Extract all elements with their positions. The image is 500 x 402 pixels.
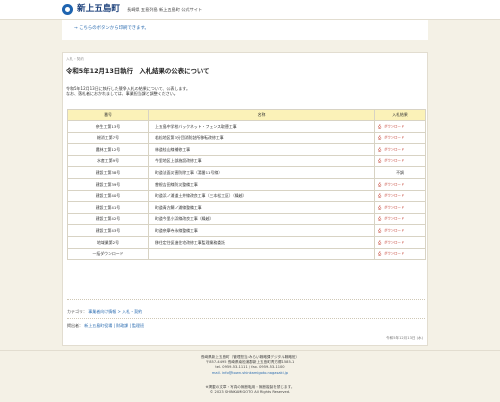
pdf-icon: ⎙ — [378, 204, 382, 210]
divider — [67, 299, 425, 300]
pdf-icon: ⎙ — [378, 181, 382, 187]
row-result: 不調 — [374, 166, 426, 179]
header-name: 名称 — [148, 109, 375, 121]
row-number: 建設工第41号 — [67, 201, 149, 214]
table-row: 建設工第43号 町道奈摩寺永線整備工事 ⎙ ダウンロード — [67, 224, 426, 237]
row-name: 曽根吉田線防災整備工事 — [148, 177, 375, 191]
row-number: 農林工第12号 — [67, 143, 149, 156]
download-link[interactable]: ダウンロード — [384, 136, 404, 140]
row-name: 上五島中学校バックネット・フェンス取替工事 — [148, 120, 375, 133]
pdf-icon: ⎙ — [378, 227, 382, 233]
row-name: 今里地区上部施設改修工事 — [148, 154, 375, 168]
main-content: 入札・契約 令和5年12月13日執行 入札結果の公表について 令和5年12月13… — [62, 52, 428, 346]
row-name: 町道法面災害防除工事（湯番11号線） — [148, 166, 375, 179]
breadcrumb[interactable]: 入札・契約 — [66, 57, 84, 62]
download-link[interactable]: ダウンロード — [384, 159, 404, 163]
download-link[interactable]: ダウンロード — [384, 182, 404, 186]
row-name: 林道桂山線補修工事 — [148, 143, 375, 156]
print-bar: → こちらのボタンから印刷できます。 — [62, 20, 428, 40]
table-row: 建設工第41号 町道青方鯛ノ浦線整備工事 ⎙ ダウンロード — [67, 201, 426, 214]
row-name: 若松地区第3分団消防詰所移転改修工事 — [148, 131, 375, 145]
header-result: 入札結果 — [374, 109, 426, 121]
pdf-icon: ⎙ — [378, 123, 382, 129]
download-link[interactable]: ダウンロード — [384, 194, 404, 198]
table-row: 総消工第7号 若松地区第3分団消防詰所移転改修工事 ⎙ ダウンロード — [67, 131, 426, 145]
row-number: 建設工第42号 — [67, 212, 149, 226]
row-result[interactable]: ⎙ ダウンロード — [374, 177, 426, 191]
category-label: カテゴリ： — [67, 309, 87, 314]
row-number: 建設工第38号 — [67, 166, 149, 179]
table-row: 奈生工第13号 上五島中学校バックネット・フェンス取替工事 ⎙ ダウンロード — [67, 120, 426, 133]
print-link[interactable]: → こちらのボタンから印刷できます。 — [74, 26, 149, 32]
poster-links[interactable]: 新上五島町役場 | 財政課 | 監理班 — [84, 323, 144, 328]
row-result[interactable]: ⎙ ダウンロード — [374, 143, 426, 156]
copyright-text: © 2023 SHINKAMIGOTO All Rights Reserved. — [209, 390, 291, 395]
row-number: 水産工第9号 — [67, 154, 149, 168]
row-result[interactable]: ⎙ ダウンロード — [374, 189, 426, 203]
pdf-icon: ⎙ — [378, 239, 382, 245]
row-name — [148, 247, 375, 261]
row-result[interactable]: ⎙ ダウンロード — [374, 201, 426, 214]
pdf-icon: ⎙ — [378, 158, 382, 164]
row-result[interactable]: ⎙ ダウンロード — [374, 224, 426, 237]
row-result[interactable]: ⎙ ダウンロード — [374, 131, 426, 145]
row-number: 建設工第39号 — [67, 177, 149, 191]
poster-label: 掲出者： — [67, 323, 83, 328]
category-links[interactable]: 事業者向け情報 > 入札・契約 — [88, 309, 142, 314]
site-name[interactable]: 新上五島町 — [77, 4, 120, 16]
download-link[interactable]: ダウンロード — [384, 252, 404, 256]
row-number: 建設工第43号 — [67, 224, 149, 237]
row-number: 奈生工第13号 — [67, 120, 149, 133]
row-number: 建設工第40号 — [67, 189, 149, 203]
table-row: 建設工第38号 町道法面災害防除工事（湯番11号線） 不調 — [67, 166, 426, 179]
table-row: 一括ダウンロード ⎙ ダウンロード — [67, 247, 426, 261]
row-name: 町道今里小浜線改良工事（繰越） — [148, 212, 375, 226]
copyright: ※掲載の文章・写真の無断転用・無断複製を禁じます。 © 2023 SHINKAM… — [0, 385, 500, 395]
row-result[interactable]: ⎙ ダウンロード — [374, 247, 426, 261]
poster-line: 掲出者： 新上五島町役場 | 財政課 | 監理班 — [67, 323, 144, 328]
row-number: 地域業第2号 — [67, 235, 149, 249]
site-subtitle: 長崎県 五島列島 新上五島町 公式サイト — [127, 7, 203, 12]
table-row: 農林工第12号 林道桂山線補修工事 ⎙ ダウンロード — [67, 143, 426, 156]
table-row: 水産工第9号 今里地区上部施設改修工事 ⎙ ダウンロード — [67, 154, 426, 168]
pdf-icon: ⎙ — [378, 251, 382, 257]
table-row: 地域業第2号 移住定住促進住宅改修工事監理業務委託 ⎙ ダウンロード — [67, 235, 426, 249]
results-table: 番号 名称 入札結果 奈生工第13号 上五島中学校バックネット・フェンス取替工事 ⎙… — [67, 109, 426, 261]
row-number: 一括ダウンロード — [67, 247, 149, 261]
table-header-row: 番号 名称 入札結果 — [67, 109, 426, 121]
pdf-icon: ⎙ — [378, 135, 382, 141]
pdf-icon: ⎙ — [378, 146, 382, 152]
updated-date: 令和5年12月13日 (水) — [386, 336, 423, 340]
footer-mail-link[interactable]: mail. info@town.shinkamigoto.nagasaki.jp — [0, 371, 500, 376]
row-name: 町道青方鯛ノ浦線整備工事 — [148, 201, 375, 214]
row-name: 町道浜ノ浦道土井線改良工事（三本松工区）（繰越） — [148, 189, 375, 203]
row-result[interactable]: ⎙ ダウンロード — [374, 154, 426, 168]
intro-line-2: なお、落札者におかれましては、事業担当課と調整ください。 — [66, 91, 178, 97]
pdf-icon: ⎙ — [378, 216, 382, 222]
download-link[interactable]: ダウンロード — [384, 206, 404, 210]
download-link[interactable]: ダウンロード — [384, 148, 404, 152]
download-link[interactable]: ダウンロード — [384, 240, 404, 244]
row-name: 町道奈摩寺永線整備工事 — [148, 224, 375, 237]
site-header: 新上五島町 長崎県 五島列島 新上五島町 公式サイト — [0, 0, 500, 20]
download-link[interactable]: ダウンロード — [384, 229, 404, 233]
divider — [67, 318, 425, 319]
row-name: 移住定住促進住宅改修工事監理業務委託 — [148, 235, 375, 249]
row-result[interactable]: ⎙ ダウンロード — [374, 235, 426, 249]
download-link[interactable]: ダウンロード — [384, 217, 404, 221]
page-title: 令和5年12月13日執行 入札結果の公表について — [66, 67, 210, 75]
town-logo-icon[interactable] — [62, 4, 73, 15]
row-result[interactable]: ⎙ ダウンロード — [374, 212, 426, 226]
pdf-icon: ⎙ — [378, 193, 382, 199]
download-link[interactable]: ダウンロード — [384, 124, 404, 128]
header-number: 番号 — [67, 109, 149, 121]
table-row: 建設工第42号 町道今里小浜線改良工事（繰越） ⎙ ダウンロード — [67, 212, 426, 226]
row-result[interactable]: ⎙ ダウンロード — [374, 120, 426, 133]
category-line: カテゴリ： 事業者向け情報 > 入札・契約 — [67, 309, 142, 314]
intro-text: 令和5年12月13日に執行した競争入札の結果について、公表します。 なお、落札者… — [66, 86, 190, 97]
table-row: 建設工第39号 曽根吉田線防災整備工事 ⎙ ダウンロード — [67, 177, 426, 191]
row-number: 総消工第7号 — [67, 131, 149, 145]
table-row: 建設工第40号 町道浜ノ浦道土井線改良工事（三本松工区）（繰越） ⎙ ダウンロード — [67, 189, 426, 203]
